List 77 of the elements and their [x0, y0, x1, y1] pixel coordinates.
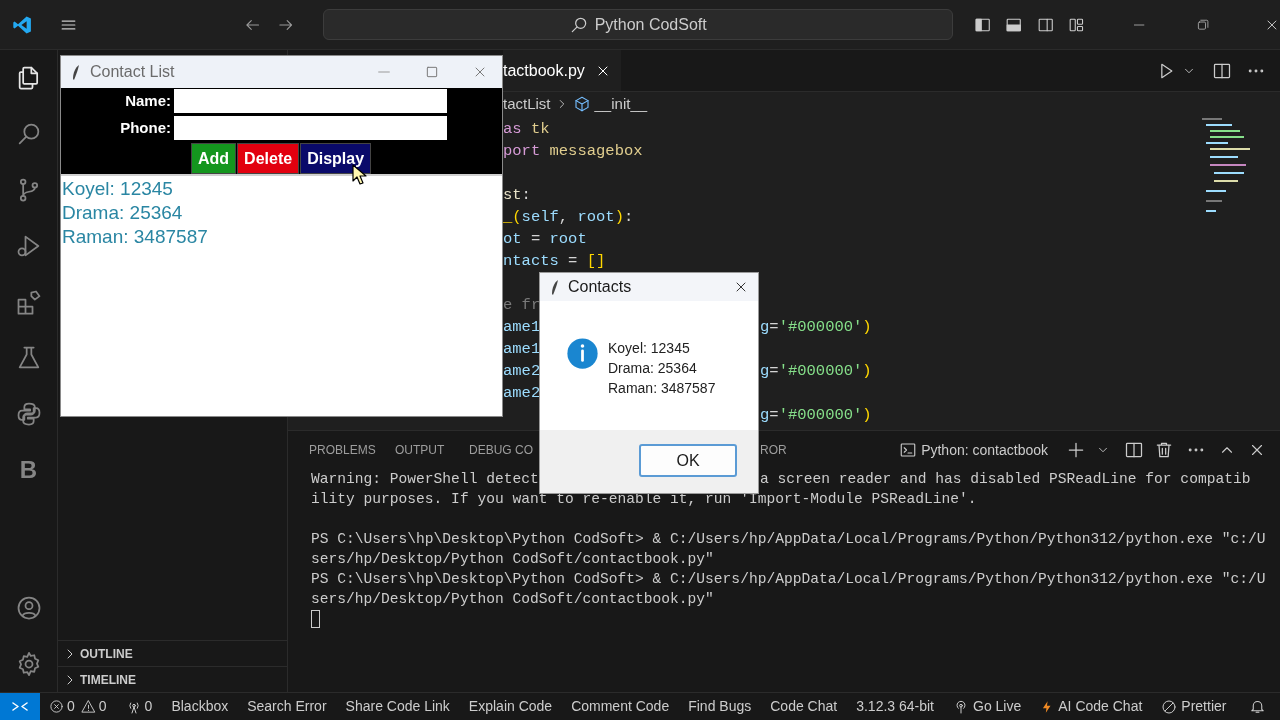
field-label: Phone:	[119, 117, 171, 138]
message-line: Drama: 25364	[608, 359, 698, 378]
code-text: g='#000000')	[760, 361, 872, 382]
code-text: ame1	[503, 339, 541, 360]
text-input-field[interactable]	[174, 89, 447, 113]
problems-status[interactable]: 0 0	[49, 696, 107, 717]
status-item[interactable]: Find Bugs	[688, 696, 752, 717]
bell-icon[interactable]	[1249, 698, 1266, 715]
method-cube-icon	[572, 95, 591, 113]
warning-icon	[80, 699, 96, 714]
terminal-selector[interactable]: Python: contactbook	[899, 439, 1048, 461]
error-icon	[49, 699, 64, 714]
window-title: Contact List	[90, 62, 175, 82]
action-button[interactable]: Display	[300, 143, 372, 174]
terminal-text: a screen reader and has disabled PSReadLine for compatib	[760, 470, 1251, 489]
terminal-text: Warning: PowerShell detect	[311, 470, 539, 489]
panel-tab[interactable]: ROR	[760, 441, 787, 459]
maximize-icon[interactable]	[424, 64, 440, 80]
panel-tab[interactable]: OUTPUT	[395, 441, 445, 459]
breadcrumb-item[interactable]: __init__	[594, 92, 648, 116]
editor-tab[interactable]: tactbook.py	[503, 50, 621, 91]
status-item[interactable]: Share Code Link	[345, 696, 450, 717]
ports-status[interactable]: 0	[125, 696, 153, 717]
list-entry[interactable]: Drama: 25364	[62, 201, 502, 225]
field-label: Name:	[124, 90, 171, 111]
code-text: as tk	[503, 119, 550, 140]
prettier-button[interactable]: Prettier	[1161, 696, 1227, 717]
terminal-text: sers/hp/Desktop/Python CodSoft/contactbook.py"	[311, 550, 714, 569]
terminal-text: sers/hp/Desktop/Python CodSoft/contactbook.py"	[311, 590, 714, 609]
terminal-icon	[899, 441, 918, 459]
status-item[interactable]: 3.12.3 64-bit	[856, 696, 934, 717]
text-input-field[interactable]	[174, 116, 447, 140]
code-text: st:	[503, 185, 531, 206]
status-item[interactable]: Explain Code	[468, 696, 553, 717]
sidebar-section-header[interactable]: OUTLINE	[58, 640, 287, 666]
activity-bar-item[interactable]: B	[19, 452, 38, 488]
trash-icon[interactable]	[1154, 440, 1174, 460]
breadcrumb-item[interactable]: tactList	[503, 92, 551, 116]
code-text: ame2	[503, 383, 541, 404]
go-live-button[interactable]: Go Live	[953, 696, 1022, 717]
message-line: Raman: 3487587	[608, 379, 716, 398]
terminal-text: PS C:\Users\hp\Desktop\Python CodSoft> & C:/Users/hp/AppData/Local/Programs/Python/Python312/python.exe "c:/U	[311, 530, 1266, 549]
code-text: ame2	[503, 361, 541, 382]
action-button[interactable]: Add	[191, 143, 237, 174]
plus-icon[interactable]	[1066, 440, 1086, 460]
message-line: Koyel: 12345	[608, 339, 691, 358]
status-item[interactable]: Search Error	[247, 696, 327, 717]
status-item[interactable]: Blackbox	[171, 696, 229, 717]
code-text: ot = root	[503, 229, 587, 250]
split-terminal-icon[interactable]	[1124, 440, 1144, 460]
status-item[interactable]: Code Chat	[770, 696, 838, 717]
dialog-title: Contacts	[568, 277, 632, 297]
feather-icon	[549, 279, 561, 295]
code-text: ame1	[503, 317, 541, 338]
ok-button[interactable]: OK	[639, 444, 737, 477]
info-icon	[566, 337, 599, 370]
prohibited-icon	[1161, 698, 1178, 715]
code-text: port messagebox	[503, 141, 643, 162]
terminal-text: ility purposes. If you want to re-enable it, run 'Import-Module PSReadLine'.	[311, 490, 977, 509]
list-entry[interactable]: Koyel: 12345	[62, 177, 502, 201]
ai-chat-button[interactable]: AI Code Chat	[1040, 696, 1143, 717]
command-center-search[interactable]: Python CodSoft	[322, 9, 953, 40]
remote-button[interactable]	[0, 692, 40, 720]
terminal-cursor	[311, 610, 320, 628]
list-entry[interactable]: Raman: 3487587	[62, 225, 502, 249]
broadcast-icon	[953, 698, 969, 715]
panel-tab[interactable]: PROBLEMS	[309, 441, 376, 459]
code-text: g='#000000')	[760, 317, 872, 338]
code-text: e fr	[503, 295, 541, 316]
remote-icon	[12, 702, 28, 711]
action-button[interactable]: Delete	[237, 143, 300, 174]
code-text: ntacts = []	[503, 251, 606, 272]
status-item[interactable]: Comment Code	[571, 696, 670, 717]
terminal-text: PS C:\Users\hp\Desktop\Python CodSoft> & C:/Users/hp/AppData/Local/Programs/Python/Python312/python.exe "c:/U	[311, 570, 1266, 589]
code-text: _(self, root):	[503, 207, 634, 228]
panel-tab[interactable]: DEBUG CO	[469, 441, 533, 459]
code-text: g='#000000')	[760, 405, 872, 426]
